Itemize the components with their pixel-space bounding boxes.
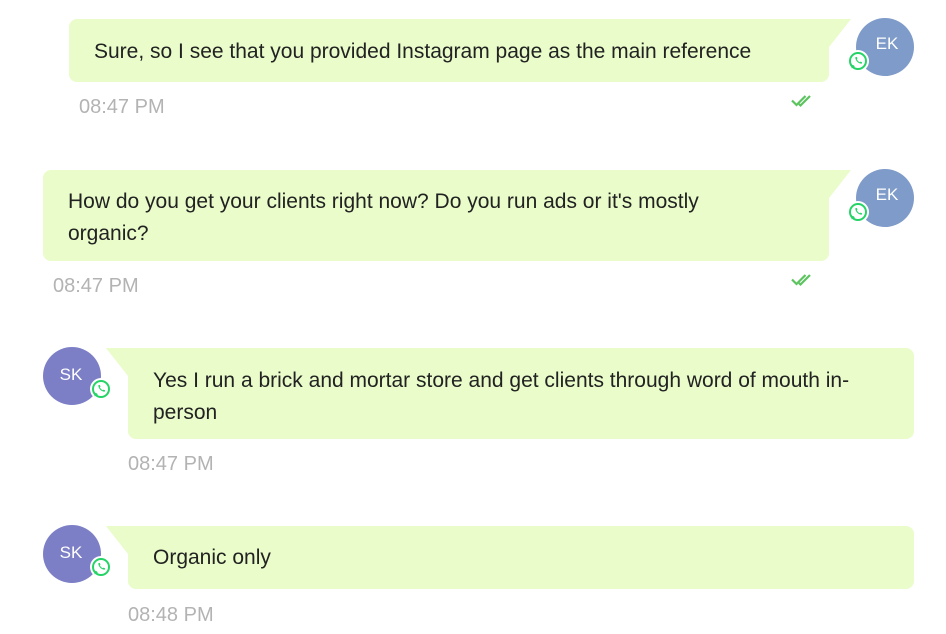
whatsapp-icon <box>847 201 869 223</box>
message-timestamp: 08:47 PM <box>53 275 139 297</box>
whatsapp-icon <box>90 378 112 400</box>
bubble-tail <box>106 526 128 554</box>
bubble-tail <box>106 348 128 376</box>
avatar-initials: SK <box>59 365 83 384</box>
message-text: How do you get your clients right now? D… <box>68 190 699 245</box>
message-bubble[interactable]: Yes I run a brick and mortar store and g… <box>106 348 914 439</box>
message-text: Organic only <box>153 546 271 569</box>
double-check-icon <box>791 274 811 287</box>
whatsapp-icon <box>90 556 112 578</box>
message-timestamp: 08:47 PM <box>79 96 165 118</box>
bubble-tail <box>829 19 851 47</box>
avatar-initials: SK <box>59 543 83 562</box>
message-timestamp: 08:48 PM <box>128 604 214 626</box>
message-timestamp: 08:47 PM <box>128 453 214 475</box>
message-bubble[interactable]: How do you get your clients right now? D… <box>43 170 851 261</box>
bubble-tail <box>829 170 851 198</box>
whatsapp-icon <box>847 50 869 72</box>
chat-thread: Sure, so I see that you provided Instagr… <box>0 0 946 634</box>
message-text: Sure, so I see that you provided Instagr… <box>94 40 752 63</box>
message-bubble[interactable]: Sure, so I see that you provided Instagr… <box>69 19 851 82</box>
double-check-icon <box>791 95 811 108</box>
avatar-initials: EK <box>875 185 899 204</box>
message-text: Yes I run a brick and mortar store and g… <box>153 369 850 424</box>
message-bubble[interactable]: Organic only <box>106 526 914 589</box>
avatar-initials: EK <box>875 34 899 53</box>
